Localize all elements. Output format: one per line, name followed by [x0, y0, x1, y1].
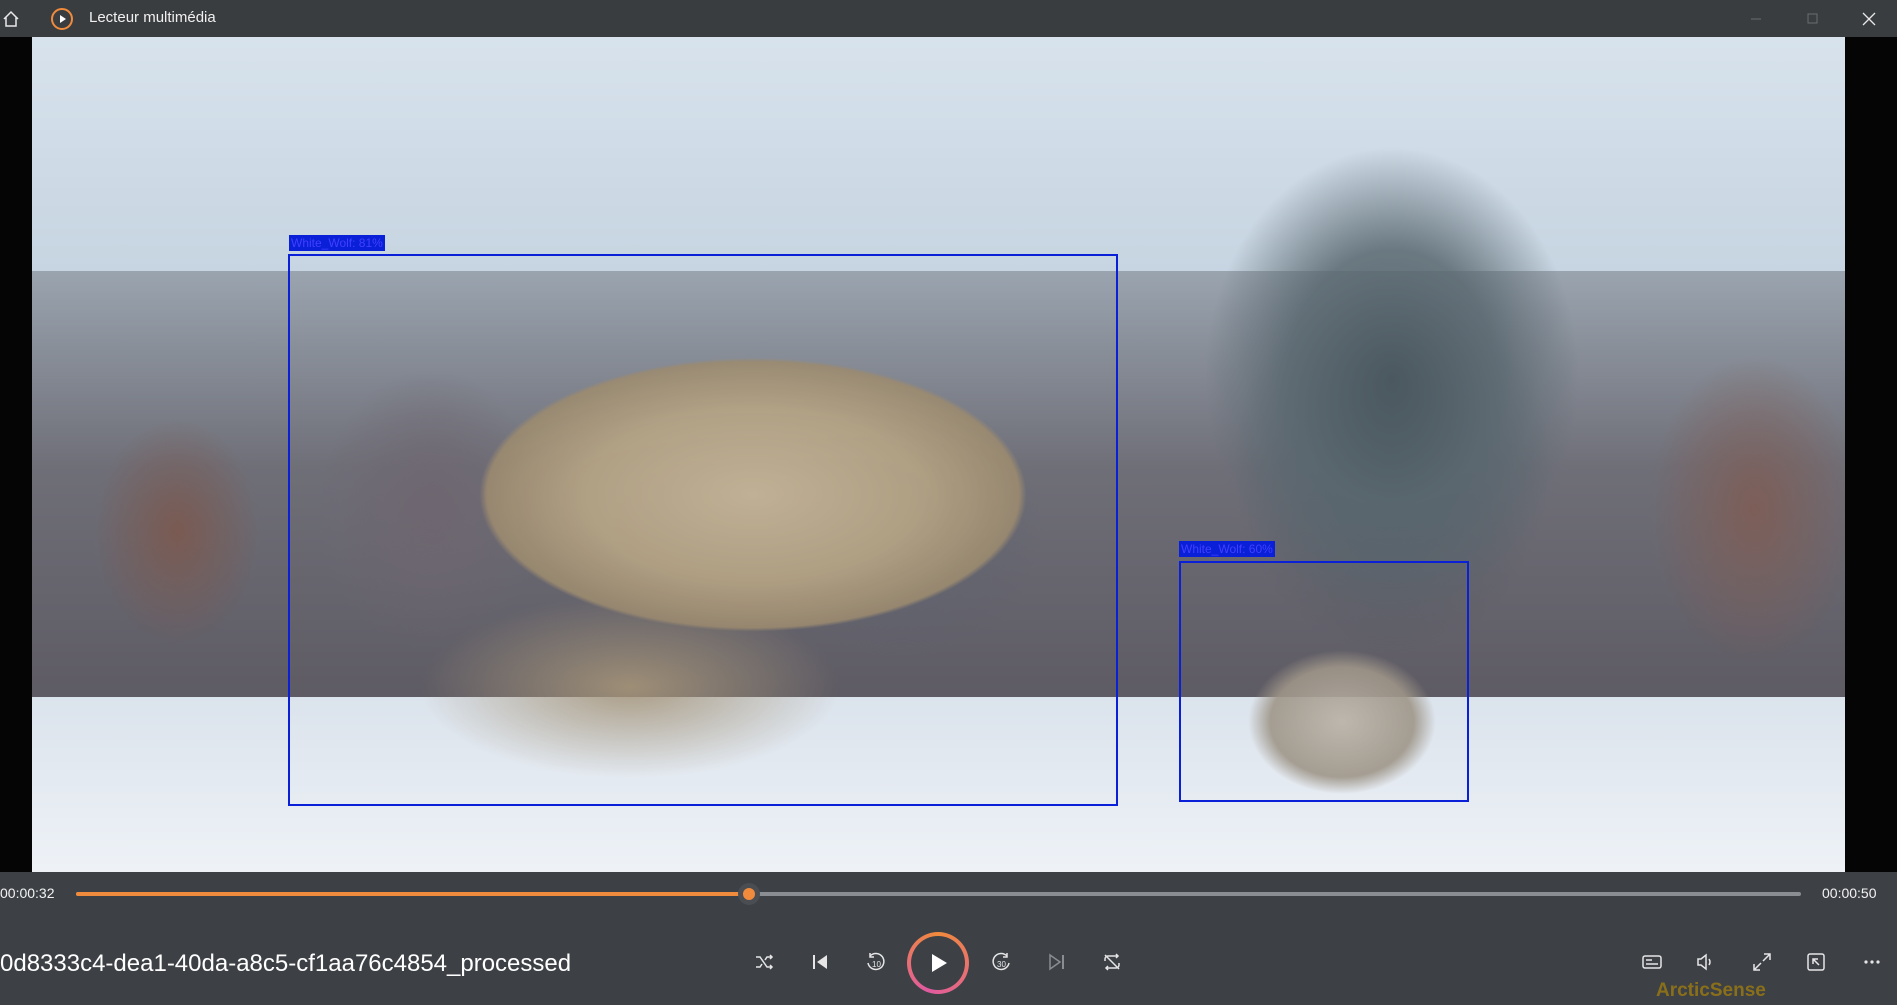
- app-icon: [50, 7, 74, 31]
- volume-button[interactable]: [1685, 942, 1725, 982]
- close-button[interactable]: [1846, 0, 1892, 37]
- detection-label: White_Wolf: 81%: [289, 235, 385, 251]
- previous-icon: [813, 955, 827, 969]
- rewind-10-icon: 10: [867, 952, 885, 971]
- more-icon: [1864, 960, 1880, 964]
- rewind-10-button[interactable]: 10: [855, 942, 895, 982]
- player-controls: 00:00:32 00:00:50 0d8333c4-dea1-40da-a8c…: [0, 872, 1897, 1005]
- repeat-icon: [1104, 953, 1120, 971]
- close-icon: [1862, 12, 1876, 25]
- seek-bar-progress: [76, 892, 749, 896]
- letterbox-left: [0, 37, 32, 872]
- detection-box: [1179, 561, 1469, 802]
- forward-30-button[interactable]: 30: [982, 942, 1022, 982]
- play-button-inner: [911, 936, 965, 990]
- video-frame[interactable]: White_Wolf: 81% White_Wolf: 60%: [32, 37, 1845, 872]
- svg-text:10: 10: [872, 960, 881, 969]
- play-button[interactable]: [907, 932, 969, 994]
- shuffle-button[interactable]: [744, 942, 784, 982]
- shuffle-icon: [756, 954, 774, 970]
- minimize-button[interactable]: [1733, 0, 1779, 37]
- watermark: ArcticSense: [1656, 980, 1766, 1001]
- more-button[interactable]: [1852, 942, 1892, 982]
- mini-player-icon: [1807, 953, 1825, 971]
- current-time: 00:00:32: [0, 885, 55, 901]
- svg-text:30: 30: [997, 960, 1006, 969]
- forward-30-icon: 30: [992, 952, 1010, 971]
- play-icon: [932, 954, 947, 972]
- next-button[interactable]: [1037, 942, 1077, 982]
- fullscreen-button[interactable]: [1742, 942, 1782, 982]
- home-button[interactable]: [0, 0, 22, 37]
- detection-box: [288, 254, 1118, 806]
- subtitles-button[interactable]: [1632, 942, 1672, 982]
- volume-icon: [1697, 953, 1711, 971]
- total-time: 00:00:50: [1822, 885, 1877, 901]
- app-play-icon: [51, 8, 73, 30]
- next-icon: [1049, 953, 1064, 971]
- seek-bar[interactable]: [76, 892, 1801, 896]
- mini-player-button[interactable]: [1796, 942, 1836, 982]
- fullscreen-icon: [1753, 953, 1771, 971]
- subtitles-icon: [1642, 955, 1662, 969]
- minimize-icon: [1751, 18, 1761, 19]
- maximize-button[interactable]: [1789, 0, 1835, 37]
- detection-label: White_Wolf: 60%: [1179, 541, 1275, 557]
- home-icon: [3, 10, 19, 27]
- letterbox-right: [1845, 37, 1897, 872]
- maximize-icon: [1807, 13, 1818, 23]
- window-title: Lecteur multimédia: [89, 9, 216, 26]
- media-title: 0d8333c4-dea1-40da-a8c5-cf1aa76c4854_pro…: [0, 950, 572, 977]
- seek-thumb[interactable]: [737, 883, 760, 905]
- repeat-button[interactable]: [1092, 942, 1132, 982]
- title-bar: Lecteur multimédia: [0, 0, 1897, 37]
- previous-button[interactable]: [800, 942, 840, 982]
